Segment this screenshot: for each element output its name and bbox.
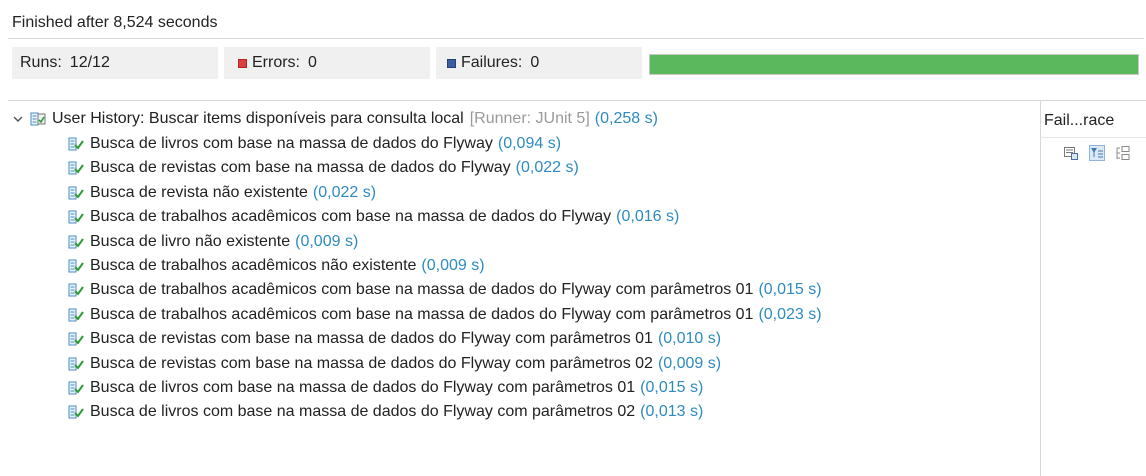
test-case-row[interactable]: Busca de revistas com base na massa de d…: [68, 327, 721, 351]
test-case-row[interactable]: Busca de trabalhos acadêmicos com base n…: [68, 205, 679, 229]
test-case-time: (0,023 s): [758, 305, 822, 323]
errors-counter: Errors: 0: [224, 47, 430, 79]
test-case-time: (0,022 s): [515, 159, 579, 177]
test-case-row[interactable]: Busca de livros com base na massa de dad…: [68, 132, 561, 156]
tree-root-node[interactable]: User History: Buscar items disponíveis p…: [12, 107, 658, 131]
test-case-row[interactable]: Busca de livros com base na massa de dad…: [68, 376, 703, 400]
runs-counter: Runs: 12/12: [12, 47, 218, 79]
errors-label: Errors:: [252, 54, 300, 71]
failure-trace-title: Fail...race: [1044, 112, 1115, 129]
divider: [1040, 137, 1146, 138]
test-case-label: Busca de livro não existente: [90, 232, 291, 250]
test-passed-icon: [68, 210, 84, 224]
test-case-time: (0,013 s): [640, 403, 704, 421]
error-icon: [238, 58, 247, 68]
test-case-time: (0,009 s): [421, 257, 485, 274]
test-case-row[interactable]: Busca de revistas com base na massa de d…: [68, 156, 579, 180]
root-label: User History: Buscar items disponíveis p…: [52, 110, 464, 127]
divider: [8, 38, 1144, 39]
test-tree[interactable]: User History: Buscar items disponíveis p…: [8, 100, 1041, 476]
progress-fill: [650, 55, 1138, 74]
test-case-label: Busca de livros com base na massa de dad…: [90, 403, 636, 421]
runs-value: 12/12: [69, 54, 110, 71]
test-case-time: (0,094 s): [497, 135, 562, 152]
test-passed-icon: [68, 405, 84, 419]
test-passed-icon: [68, 283, 84, 297]
counters-panel: Runs: 12/12 Errors: 0 Failures: 0: [12, 47, 642, 79]
test-case-row[interactable]: Busca de revistas com base na massa de d…: [68, 352, 721, 376]
failures-value: 0: [530, 54, 540, 71]
errors-value: 0: [308, 54, 317, 71]
failures-counter: Failures: 0: [436, 47, 642, 79]
test-case-time: (0,015 s): [640, 379, 704, 396]
test-case-row[interactable]: Busca de livro não existente (0,009 s): [68, 230, 358, 254]
test-case-time: (0,010 s): [657, 330, 722, 348]
failure-icon: [447, 58, 456, 68]
test-passed-icon: [68, 235, 84, 249]
test-suite-icon: [30, 112, 46, 126]
failures-label: Failures:: [461, 54, 523, 71]
test-case-label: Busca de revista não existente: [90, 183, 308, 201]
test-case-row[interactable]: Busca de trabalhos acadêmicos com base n…: [68, 278, 822, 302]
test-case-row[interactable]: Busca de trabalhos acadêmicos não existe…: [68, 254, 485, 278]
test-case-label: Busca de revistas com base na massa de d…: [90, 330, 653, 348]
progress-bar: [649, 54, 1139, 75]
test-case-label: Busca de trabalhos acadêmicos não existe…: [90, 257, 417, 274]
test-case-time: (0,009 s): [657, 354, 722, 372]
test-case-label: Busca de trabalhos acadêmicos com base n…: [90, 305, 754, 323]
test-passed-icon: [68, 137, 84, 151]
runner-label: [Runner: JUnit 5]: [469, 110, 590, 127]
runs-label: Runs:: [20, 54, 62, 71]
test-case-time: (0,022 s): [312, 183, 377, 201]
test-case-label: Busca de livros com base na massa de dad…: [90, 379, 636, 396]
test-passed-icon: [68, 186, 84, 200]
test-case-label: Busca de trabalhos acadêmicos com base n…: [90, 281, 754, 299]
compare-results-icon[interactable]: [1063, 145, 1079, 161]
status-message: Finished after 8,524 seconds: [12, 14, 218, 31]
failure-trace-pane: Fail...race: [1040, 100, 1146, 476]
test-passed-icon: [68, 332, 84, 346]
test-case-time: (0,016 s): [616, 208, 680, 226]
test-case-row[interactable]: Busca de livros com base na massa de dad…: [68, 400, 703, 424]
test-case-label: Busca de revistas com base na massa de d…: [90, 354, 653, 372]
test-case-label: Busca de revistas com base na massa de d…: [90, 159, 511, 177]
test-passed-icon: [68, 308, 84, 322]
test-case-label: Busca de trabalhos acadêmicos com base n…: [90, 208, 612, 226]
test-passed-icon: [68, 259, 84, 273]
trace-toolbar: [1063, 142, 1143, 164]
copy-trace-icon[interactable]: [1115, 145, 1131, 161]
test-case-row[interactable]: Busca de trabalhos acadêmicos com base n…: [68, 303, 822, 327]
test-case-row[interactable]: Busca de revista não existente (0,022 s): [68, 181, 376, 205]
test-case-time: (0,009 s): [295, 232, 359, 250]
filter-stack-icon[interactable]: [1089, 145, 1105, 161]
test-case-label: Busca de livros com base na massa de dad…: [90, 135, 493, 152]
test-passed-icon: [68, 357, 84, 371]
test-passed-icon: [68, 381, 84, 395]
test-case-time: (0,015 s): [758, 281, 822, 299]
root-time: (0,258 s): [594, 110, 658, 127]
chevron-down-icon[interactable]: [12, 113, 24, 125]
test-passed-icon: [68, 161, 84, 175]
